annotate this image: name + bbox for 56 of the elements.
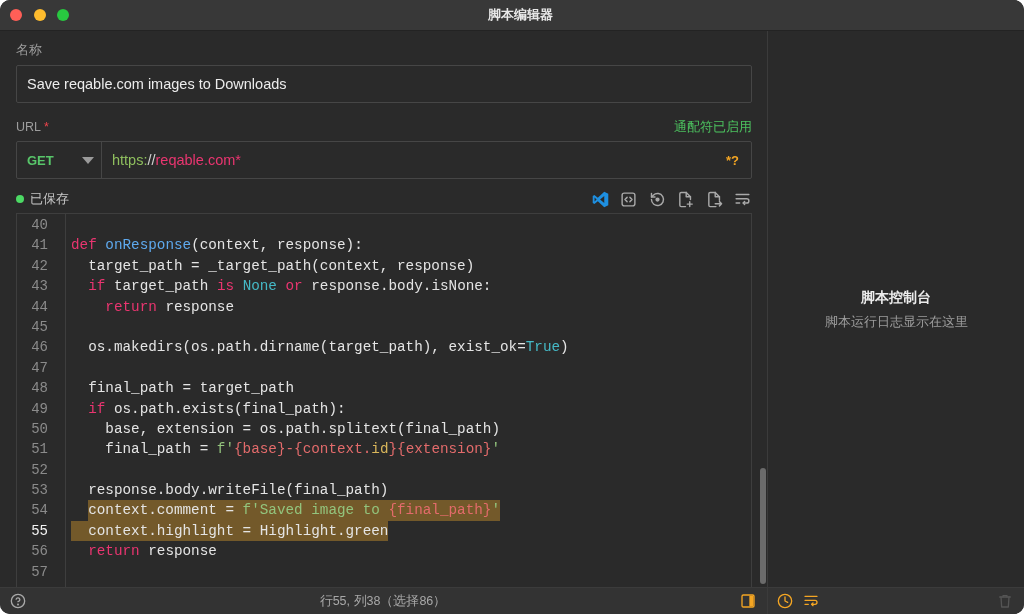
code-line: final_path = target_path [88, 379, 295, 399]
code-line: os.makedirs(os.path.dirname(target_path), exist_ok=True) [88, 338, 569, 358]
line-number: 44 [31, 297, 48, 317]
close-icon[interactable] [10, 9, 22, 21]
code-line: base, extension = os.path.splitext(final_path) [105, 419, 500, 439]
maximize-icon[interactable] [57, 9, 69, 21]
code-editor[interactable] [16, 213, 752, 587]
line-number: 49 [31, 399, 48, 419]
code-line: response.body.writeFile(final_path) [88, 481, 389, 501]
wildcard-status: 通配符已启用 [674, 119, 752, 136]
line-number: 43 [31, 277, 48, 297]
line-number: 54 [31, 501, 48, 521]
console-hint: 脚本运行日志显示在这里 [824, 314, 968, 330]
side-panel-icon[interactable] [740, 593, 756, 609]
code-brackets-icon[interactable] [620, 190, 637, 208]
caret-icon [82, 156, 94, 164]
wildcard-toggle[interactable]: *? [714, 142, 751, 178]
editor-logo-icon[interactable] [591, 190, 609, 208]
clock-icon[interactable] [777, 593, 793, 609]
code-line: if os.path.exists(final_path): [88, 399, 346, 419]
line-number: 53 [31, 481, 48, 501]
line-number: 50 [31, 419, 48, 439]
file-export-icon[interactable] [705, 190, 723, 208]
scrollbar-thumb[interactable] [760, 468, 766, 584]
save-status: 已保存 [30, 190, 69, 208]
code-line: return response [88, 542, 217, 562]
file-add-icon[interactable] [677, 190, 694, 208]
line-number: 55 [31, 521, 48, 541]
line-number: 48 [31, 379, 48, 399]
code-line: def onResponse(context, response): [71, 236, 363, 256]
code-line: if target_path is None or response.body.isNone: [88, 277, 492, 297]
window-title: 脚本编辑器 [486, 6, 553, 24]
minimize-icon[interactable] [33, 9, 46, 21]
line-number: 46 [31, 338, 48, 358]
line-number: 45 [31, 317, 48, 337]
cursor-position: 行55, 列38（选择86） [319, 592, 447, 610]
url-field[interactable]: https://reqable.com* [102, 142, 714, 178]
line-number: 42 [31, 256, 48, 276]
line-number: 56 [31, 542, 48, 562]
line-number: 41 [31, 236, 48, 256]
line-number: 52 [31, 460, 48, 480]
line-number: 51 [31, 440, 48, 460]
field-label: URL * [16, 120, 49, 135]
field-label: 名称 [16, 43, 42, 58]
code-line: return response [105, 297, 234, 317]
code-line: target_path = _target_path(context, response) [88, 256, 475, 276]
console-title: 脚本控制台 [861, 288, 931, 306]
line-number: 40 [31, 216, 48, 235]
line-number: 57 [31, 562, 48, 582]
code-line: final_path = f'{base}-{context.id}{extension}' [105, 440, 501, 460]
help-icon[interactable] [10, 593, 26, 609]
history-icon[interactable] [648, 190, 666, 208]
name-field[interactable]: Save reqable.com images to Downloads [16, 65, 752, 103]
method-select[interactable]: GET [17, 142, 102, 178]
text-wrap-icon[interactable] [803, 593, 819, 609]
line-number: 47 [31, 358, 48, 378]
